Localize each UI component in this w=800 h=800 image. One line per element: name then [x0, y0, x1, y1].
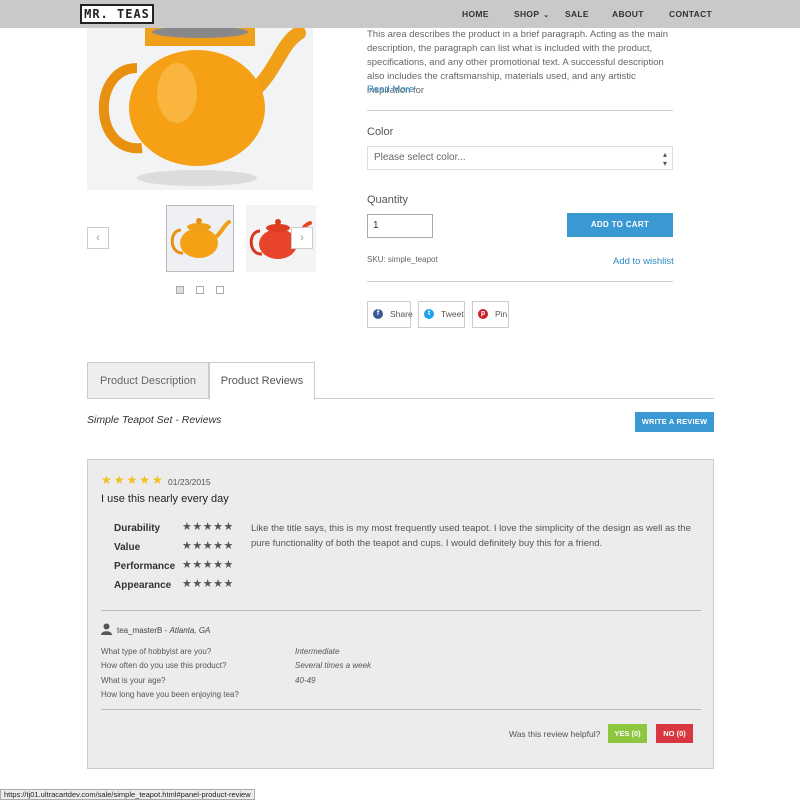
gallery-dot-3[interactable]	[216, 286, 224, 294]
quantity-input[interactable]: 1	[367, 214, 433, 238]
facebook-icon: f	[373, 309, 383, 319]
color-label: Color	[367, 126, 394, 138]
facebook-share-button[interactable]: f Share	[367, 301, 413, 328]
twitter-icon: t	[424, 309, 434, 319]
pin-label: Pin	[495, 309, 508, 319]
tab-product-description[interactable]: Product Description	[87, 362, 209, 399]
question-label: How often do you use this product?	[101, 661, 227, 670]
question-label: What type of hobbyist are you?	[101, 647, 212, 656]
review-date: 01/23/2015	[168, 477, 211, 487]
rating-label-appearance: Appearance	[114, 580, 172, 591]
select-arrows-icon: ▴ ▾	[662, 150, 667, 168]
nav-sale[interactable]: SALE	[565, 0, 589, 28]
pinterest-pin-button[interactable]: p Pin	[472, 301, 509, 328]
rating-label-durability: Durability	[114, 523, 161, 534]
gallery-dot-2[interactable]	[196, 286, 204, 294]
tab-underline	[87, 398, 714, 399]
rating-stars-value: ★★★★★	[182, 540, 234, 552]
reviewer-name: tea_masterB	[117, 626, 163, 635]
browser-status-bar: https://tj01.ultracartdev.com/sale/simpl…	[0, 789, 255, 800]
helpful-no-button[interactable]: NO (0)	[656, 724, 693, 743]
twitter-tweet-button[interactable]: t Tweet	[418, 301, 465, 328]
nav-shop-label: SHOP	[514, 9, 540, 19]
write-review-button[interactable]: WRITE A REVIEW	[635, 412, 714, 432]
gallery-prev-button[interactable]: ‹	[87, 227, 109, 249]
tweet-label: Tweet	[441, 309, 464, 319]
review-star-rating: ★★★★★	[101, 473, 165, 487]
question-answer: Several times a week	[295, 661, 372, 670]
add-to-wishlist-link[interactable]: Add to wishlist	[613, 256, 674, 267]
rating-label-performance: Performance	[114, 561, 176, 572]
question-answer: Intermediate	[295, 647, 340, 656]
helpful-prompt: Was this review helpful?	[509, 729, 601, 739]
divider	[367, 110, 673, 111]
sku-text: SKU: simple_teapot	[367, 255, 438, 264]
question-label: What is your age?	[101, 676, 166, 685]
chevron-down-icon: ⌄	[543, 12, 550, 19]
reviews-heading: Simple Teapot Set - Reviews	[87, 414, 222, 426]
rating-stars-appearance: ★★★★★	[182, 578, 234, 590]
gallery-dot-1[interactable]	[176, 286, 184, 294]
orange-teapot-thumb	[167, 206, 233, 271]
rating-stars-durability: ★★★★★	[182, 521, 234, 533]
quantity-label: Quantity	[367, 194, 408, 206]
read-more-link[interactable]: Read More	[367, 84, 414, 95]
nav-home[interactable]: HOME	[462, 0, 489, 28]
nav-shop[interactable]: SHOP ⌄	[514, 0, 549, 28]
helpful-yes-button[interactable]: YES (0)	[608, 724, 647, 743]
color-select-value: Please select color...	[374, 152, 466, 163]
review-body: Like the title says, this is my most fre…	[251, 523, 691, 549]
site-header: MR. TEAS HOME SHOP ⌄ SALE ABOUT CONTACT	[0, 0, 800, 28]
pinterest-icon: p	[478, 309, 488, 319]
divider	[101, 709, 701, 710]
teapot-image	[87, 28, 313, 190]
reviewer-info: tea_masterB - Atlanta, GA	[117, 626, 211, 635]
color-select[interactable]: Please select color... ▴ ▾	[367, 146, 673, 170]
rating-stars-performance: ★★★★★	[182, 559, 234, 571]
nav-about[interactable]: ABOUT	[612, 0, 644, 28]
tab-product-reviews[interactable]: Product Reviews	[209, 362, 315, 400]
reviewer-location: Atlanta, GA	[169, 626, 211, 635]
gallery-next-button[interactable]: ›	[291, 227, 313, 249]
nav-contact[interactable]: CONTACT	[669, 0, 712, 28]
rating-label-value: Value	[114, 542, 141, 553]
add-to-cart-button[interactable]: ADD TO CART	[567, 213, 673, 237]
question-label: How long have you been enjoying tea?	[101, 690, 239, 699]
divider	[367, 281, 673, 282]
thumbnail-orange[interactable]	[166, 205, 234, 272]
review-headline: I use this nearly every day	[101, 493, 229, 505]
review-card: ★★★★★ 01/23/2015 I use this nearly every…	[87, 459, 714, 769]
product-main-image[interactable]	[87, 28, 313, 190]
share-label: Share	[390, 309, 413, 319]
site-logo[interactable]: MR. TEAS	[80, 4, 154, 24]
divider	[101, 610, 701, 611]
question-answer: 40-49	[295, 676, 316, 685]
user-icon	[101, 623, 112, 635]
